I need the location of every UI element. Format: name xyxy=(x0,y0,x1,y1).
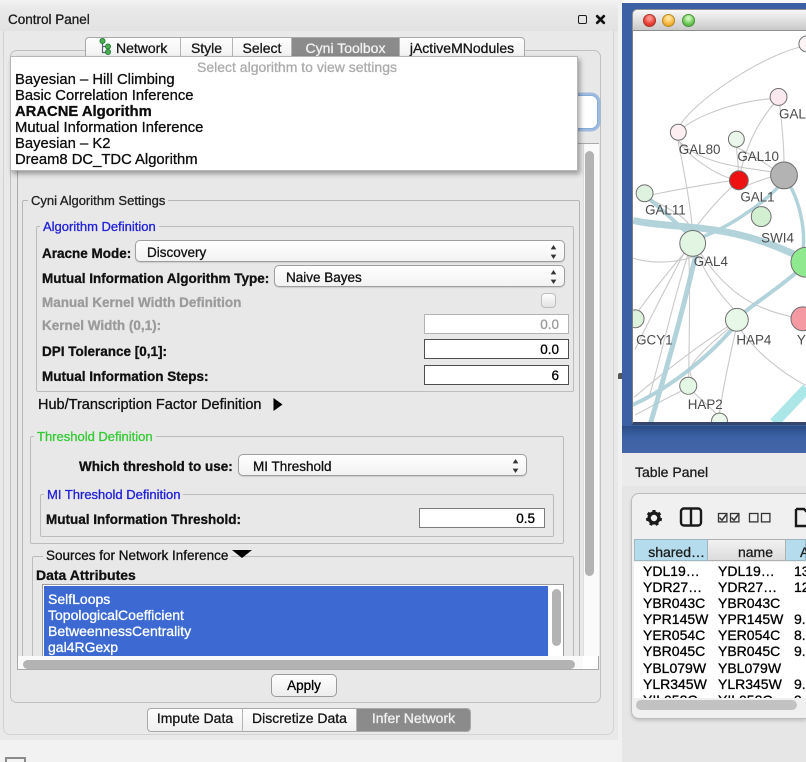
svg-text:HAP4: HAP4 xyxy=(736,333,772,348)
svg-text:GAL1: GAL1 xyxy=(740,190,774,205)
svg-text:GAL4: GAL4 xyxy=(694,254,729,269)
svg-text:HAP2: HAP2 xyxy=(688,397,723,412)
svg-text:GAL10: GAL10 xyxy=(737,149,779,164)
svg-text:GCY1: GCY1 xyxy=(636,333,672,348)
svg-text:GAL80: GAL80 xyxy=(679,142,721,157)
svg-text:GAL11: GAL11 xyxy=(645,203,686,218)
svg-text:SWI4: SWI4 xyxy=(761,230,794,245)
svg-text:Y: Y xyxy=(797,333,806,348)
svg-text:GAL: GAL xyxy=(779,106,806,121)
